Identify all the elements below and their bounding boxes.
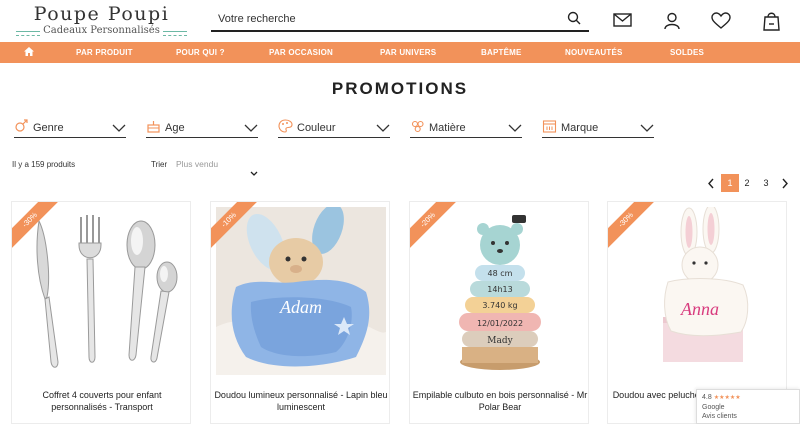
nav-bapteme[interactable]: BAPTÊME [481,48,522,57]
pagination-page-2[interactable]: 2 [740,174,754,192]
rabbit-name-print: Anna [680,299,719,319]
product-name[interactable]: Doudou lumineux personnalisé - Lapin ble… [213,389,389,413]
stack-ring-text: 14h13 [487,285,512,294]
product-image-rabbit-plush[interactable]: Anna [613,207,783,375]
nav-par-occasion[interactable]: PAR OCCASION [269,48,333,57]
page-title: PROMOTIONS [331,79,469,98]
google-brand: Google [702,404,725,411]
sort-select[interactable]: Plus vendu [176,159,218,169]
stack-ring-text: 48 cm [488,269,513,278]
pagination-page-1[interactable]: 1 [721,174,739,192]
chevron-down-icon [376,123,390,135]
search-icon[interactable] [567,11,581,30]
nav-nouveautes[interactable]: NOUVEAUTÉS [565,48,623,57]
gender-icon [14,119,29,136]
nav-par-produit[interactable]: PAR PRODUIT [76,48,133,57]
product-card[interactable]: -10% Adam Doudou lumineux personnalisé -… [210,201,390,424]
stack-ring-text: 12/01/2022 [477,319,523,328]
pagination-next-icon[interactable] [778,174,792,192]
product-image-stacking-bear[interactable]: 48 cm 14h13 3.740 kg 12/01/2022 Mady [415,207,585,375]
star-rating-icon: ★★★★★ [713,395,741,401]
account-icon[interactable] [663,12,681,35]
pagination-prev-icon[interactable] [704,174,718,192]
filter-age-label: Age [165,122,185,134]
filter-marque-label: Marque [561,122,599,134]
nav-soldes[interactable]: SOLDES [670,48,704,57]
product-name[interactable]: Empilable culbuto en bois personnalisé -… [412,389,588,413]
site-logo[interactable]: Poupe Poupi Cadeaux Personnalisés [14,4,189,40]
filter-age[interactable]: Age [146,118,258,138]
product-image-doudou-rabbit[interactable]: Adam [216,207,386,375]
chevron-down-icon[interactable] [250,163,258,181]
google-rating: 4.8 ★★★★★ [702,394,741,401]
product-name[interactable]: Coffret 4 couverts pour enfant personnal… [14,389,190,413]
site-header: Poupe Poupi Cadeaux Personnalisés [0,0,800,42]
nav-pour-qui[interactable]: POUR QUI ? [176,48,225,57]
filter-couleur[interactable]: Couleur [278,118,390,138]
home-icon [24,47,34,56]
nav-home[interactable] [24,47,34,58]
google-reviews-label: Avis clients [702,413,737,420]
main-nav: PAR PRODUIT POUR QUI ? PAR OCCASION PAR … [0,42,800,63]
google-reviews-badge[interactable]: 4.8 ★★★★★ Google Avis clients [696,389,800,424]
chevron-down-icon [508,123,522,135]
sort-label: Trier [151,160,168,169]
filter-matiere[interactable]: Matière [410,118,522,138]
search-input[interactable] [211,8,551,30]
mail-icon[interactable] [613,12,632,32]
filter-marque[interactable]: Marque [542,118,654,138]
palette-icon [278,119,293,136]
nav-par-univers[interactable]: PAR UNIVERS [380,48,436,57]
product-card[interactable]: -30% Coffret 4 couverts pour enfant pers… [11,201,191,424]
filter-couleur-label: Couleur [297,122,336,134]
material-icon [410,119,425,136]
pagination-page-3[interactable]: 3 [759,174,773,192]
cart-icon[interactable] [763,11,780,36]
filter-genre-label: Genre [33,122,64,134]
doudou-name-print: Adam [279,297,322,317]
stack-ring-text: Mady [487,336,513,346]
wishlist-heart-icon[interactable] [711,12,731,35]
logo-subtitle: Cadeaux Personnalisés [14,25,189,36]
stack-ring-text: 3.740 kg [482,301,517,310]
calendar-icon [542,119,557,136]
cake-icon [146,119,161,136]
product-count: Il y a 159 produits [12,160,76,169]
product-card[interactable]: -20% 48 cm 14h13 3.740 kg 12/01/2022 Mad… [409,201,589,424]
product-image-cutlery[interactable] [17,207,187,375]
chevron-down-icon [640,123,654,135]
search-bar [211,8,589,32]
filter-matiere-label: Matière [429,122,466,134]
chevron-down-icon [244,123,258,135]
filter-genre[interactable]: Genre [14,118,126,138]
chevron-down-icon [112,123,126,135]
logo-title: Poupe Poupi [33,3,170,25]
